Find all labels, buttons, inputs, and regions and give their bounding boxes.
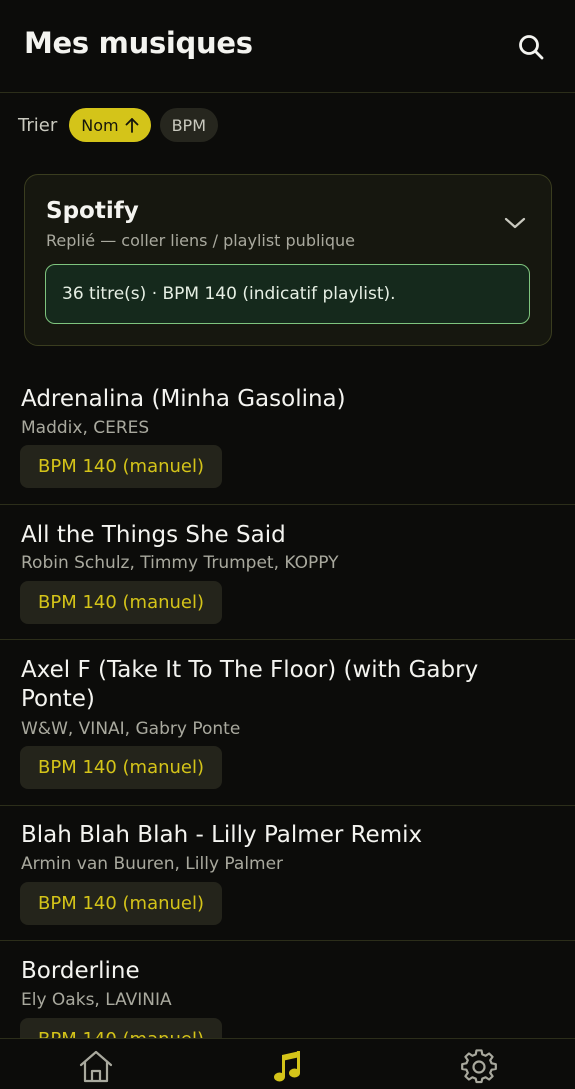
sort-chip-bpm-label: BPM <box>171 115 207 135</box>
track-artist: Ely Oaks, LAVINIA <box>21 990 172 1010</box>
arrow-up-icon <box>125 118 138 133</box>
track-row[interactable]: Adrenalina (Minha Gasolina) Maddix, CERE… <box>0 370 575 505</box>
sort-label: Trier <box>18 114 58 136</box>
track-artist: Maddix, CERES <box>21 418 150 438</box>
track-title: Blah Blah Blah - Lilly Palmer Remix <box>21 822 423 848</box>
search-button[interactable] <box>512 28 550 66</box>
spotify-subtitle: Replié — coller liens / playlist publiqu… <box>46 231 356 250</box>
spotify-expand-button[interactable] <box>501 209 529 237</box>
bpm-badge[interactable]: BPM 140 (manuel) <box>20 746 222 789</box>
gear-icon <box>461 1049 497 1084</box>
search-icon <box>519 35 544 60</box>
track-row[interactable]: Axel F (Take It To The Floor) (with Gabr… <box>0 640 575 806</box>
track-artist: Robin Schulz, Timmy Trumpet, KOPPY <box>21 553 339 573</box>
spotify-title: Spotify <box>46 198 139 224</box>
sort-chip-bpm[interactable]: BPM <box>159 108 219 142</box>
bpm-badge[interactable]: BPM 140 (manuel) <box>20 882 222 925</box>
sort-bar: Trier Nom BPM <box>18 108 227 142</box>
track-row[interactable]: All the Things She Said Robin Schulz, Ti… <box>0 505 575 640</box>
chevron-down-icon <box>504 217 526 229</box>
track-artist: Armin van Buuren, Lilly Palmer <box>21 854 284 874</box>
music-note-icon <box>274 1051 300 1082</box>
page-title: Mes musiques <box>24 26 253 60</box>
spotify-panel: Spotify Replié — coller liens / playlist… <box>24 174 552 346</box>
nav-music[interactable] <box>268 1049 308 1089</box>
sort-chip-name-label: Nom <box>81 115 119 135</box>
track-title: Axel F (Take It To The Floor) (with Gabr… <box>21 657 479 712</box>
app-screen: Mes musiques Trier Nom BPM Spotify Repli… <box>0 0 575 1089</box>
nav-home[interactable] <box>76 1049 116 1089</box>
track-title: Borderline <box>21 958 140 984</box>
header: Mes musiques <box>0 0 575 93</box>
track-artist: W&W, VINAI, Gabry Ponte <box>21 719 241 739</box>
home-icon <box>79 1050 113 1083</box>
bpm-badge[interactable]: BPM 140 (manuel) <box>20 445 222 488</box>
bpm-badge[interactable]: BPM 140 (manuel) <box>20 581 222 624</box>
track-title: Adrenalina (Minha Gasolina) <box>21 386 346 412</box>
nav-settings[interactable] <box>459 1049 499 1089</box>
spotify-status-box: 36 titre(s) · BPM 140 (indicatif playlis… <box>45 264 530 324</box>
sort-chip-name[interactable]: Nom <box>69 108 151 142</box>
track-row[interactable]: Blah Blah Blah - Lilly Palmer Remix Armi… <box>0 806 575 941</box>
track-title: All the Things She Said <box>21 522 286 548</box>
bottom-nav <box>0 1038 575 1089</box>
